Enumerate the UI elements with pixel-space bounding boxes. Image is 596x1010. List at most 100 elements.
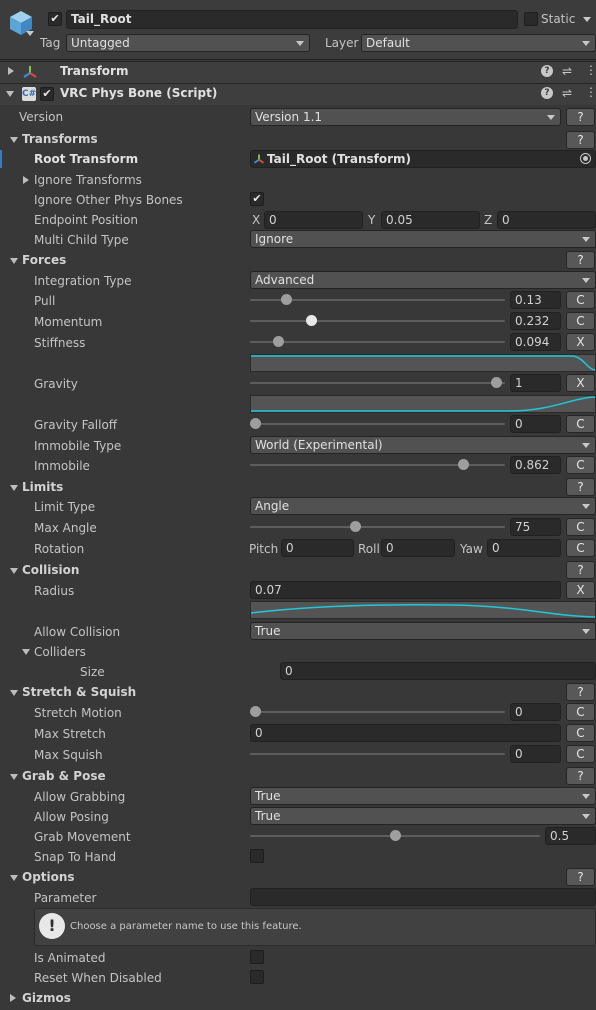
yaw-field[interactable]: 0 <box>487 539 561 557</box>
icon-dropdown-arrow[interactable] <box>26 31 34 36</box>
transforms-help-button[interactable]: ? <box>566 131 595 149</box>
object-name-field[interactable]: Tail_Root <box>66 10 518 29</box>
version-help-button[interactable]: ? <box>566 108 595 126</box>
stiffness-field[interactable]: 0.094 <box>510 333 561 351</box>
version-dropdown[interactable]: Version 1.1 <box>250 108 561 126</box>
static-checkbox[interactable] <box>524 12 538 26</box>
transform-menu-icon[interactable]: ⋮ <box>585 63 596 77</box>
pitch-field[interactable]: 0 <box>281 539 354 557</box>
ignore-transforms-foldout-arrow[interactable] <box>23 176 29 184</box>
physbone-enabled-checkbox[interactable]: ✔ <box>40 87 54 101</box>
stretch-foldout-arrow[interactable] <box>10 690 18 696</box>
transforms-section-header[interactable]: Transforms <box>22 132 98 146</box>
grab-help-button[interactable]: ? <box>566 767 595 785</box>
grab-movement-field[interactable]: 0.5 <box>545 827 596 845</box>
layer-dropdown[interactable]: Default <box>361 34 596 52</box>
reset-when-disabled-checkbox[interactable] <box>250 970 264 984</box>
momentum-field[interactable]: 0.232 <box>510 312 561 330</box>
immobile-type-dropdown[interactable]: World (Experimental) <box>250 436 596 454</box>
radius-field[interactable]: 0.07 <box>250 581 561 599</box>
endpoint-x-field[interactable]: 0 <box>264 211 363 229</box>
gravity-slider-knob[interactable] <box>491 377 502 388</box>
transforms-foldout-arrow[interactable] <box>10 137 18 143</box>
pull-slider-knob[interactable] <box>281 294 293 305</box>
max-squish-curve-button[interactable]: C <box>566 745 595 763</box>
immobile-slider-knob[interactable] <box>457 459 469 470</box>
limits-help-button[interactable]: ? <box>566 478 595 496</box>
physbone-presets-icon[interactable]: ⇌ <box>562 86 572 100</box>
radius-curve[interactable] <box>250 601 596 619</box>
gizmos-section-header[interactable]: Gizmos <box>22 991 71 1005</box>
max-angle-curve-button[interactable]: C <box>566 518 595 536</box>
gravity-field[interactable]: 1 <box>510 374 561 392</box>
gravity-falloff-curve-button[interactable]: C <box>566 415 595 433</box>
grab-section-header[interactable]: Grab & Pose <box>22 769 106 783</box>
options-section-header[interactable]: Options <box>22 870 75 884</box>
stretch-motion-curve-button[interactable]: C <box>566 703 595 721</box>
stiffness-slider-track[interactable] <box>250 341 505 343</box>
physbone-foldout-arrow[interactable] <box>6 91 14 97</box>
max-angle-field[interactable]: 75 <box>510 518 561 536</box>
physbone-help-icon[interactable]: ? <box>541 87 553 99</box>
stiffness-slider-knob[interactable] <box>272 336 284 347</box>
active-checkbox[interactable]: ✔ <box>48 12 62 26</box>
forces-foldout-arrow[interactable] <box>10 258 18 264</box>
snap-to-hand-checkbox[interactable] <box>250 849 264 863</box>
stiffness-curve-button[interactable]: X <box>566 333 595 351</box>
pull-field[interactable]: 0.13 <box>510 291 561 309</box>
object-picker-icon[interactable] <box>580 153 591 164</box>
gizmos-foldout-arrow[interactable] <box>10 994 16 1002</box>
transform-presets-icon[interactable]: ⇌ <box>562 64 572 78</box>
stretch-help-button[interactable]: ? <box>566 683 595 701</box>
transform-help-icon[interactable]: ? <box>541 65 553 77</box>
limits-foldout-arrow[interactable] <box>10 485 18 491</box>
momentum-slider-track[interactable] <box>250 320 505 322</box>
integration-type-dropdown[interactable]: Advanced <box>250 271 596 289</box>
root-transform-field[interactable]: Tail_Root (Transform) <box>250 150 596 168</box>
is-animated-checkbox[interactable] <box>250 950 264 964</box>
tag-dropdown[interactable]: Untagged <box>66 34 310 52</box>
max-squish-slider-track[interactable] <box>250 753 505 755</box>
gravity-falloff-field[interactable]: 0 <box>510 415 561 433</box>
immobile-field[interactable]: 0.862 <box>510 456 561 474</box>
colliders-foldout-arrow[interactable] <box>22 649 30 655</box>
max-stretch-field[interactable]: 0 <box>250 724 561 742</box>
momentum-slider-knob[interactable] <box>305 315 317 326</box>
transform-foldout-arrow[interactable] <box>8 67 14 75</box>
gravity-curve[interactable] <box>250 395 596 413</box>
options-foldout-arrow[interactable] <box>10 875 18 881</box>
max-squish-field[interactable]: 0 <box>510 745 561 763</box>
collision-help-button[interactable]: ? <box>566 561 595 579</box>
multi-child-dropdown[interactable]: Ignore <box>250 230 596 248</box>
physbone-menu-icon[interactable]: ⋮ <box>585 85 596 99</box>
stretch-motion-slider-knob[interactable] <box>250 706 261 717</box>
pull-curve-button[interactable]: C <box>566 291 595 309</box>
colliders-label[interactable]: Colliders <box>34 645 86 659</box>
stretch-motion-field[interactable]: 0 <box>510 703 561 721</box>
max-stretch-curve-button[interactable]: C <box>566 724 595 742</box>
allow-collision-dropdown[interactable]: True <box>250 622 596 640</box>
radius-curve-button[interactable]: X <box>566 581 595 599</box>
gravity-curve-button[interactable]: X <box>566 374 595 392</box>
allow-posing-dropdown[interactable]: True <box>250 807 596 825</box>
gravity-falloff-slider-track[interactable] <box>250 423 505 425</box>
stretch-section-header[interactable]: Stretch & Squish <box>22 685 136 699</box>
ignore-other-checkbox[interactable]: ✔ <box>250 192 264 206</box>
options-help-button[interactable]: ? <box>566 868 595 886</box>
gravity-slider-track[interactable] <box>250 382 505 384</box>
grab-foldout-arrow[interactable] <box>10 774 18 780</box>
ignore-transforms-label[interactable]: Ignore Transforms <box>34 173 142 187</box>
stretch-motion-slider-track[interactable] <box>250 711 505 713</box>
max-angle-slider-track[interactable] <box>250 526 505 528</box>
immobile-curve-button[interactable]: C <box>566 456 595 474</box>
collision-section-header[interactable]: Collision <box>22 563 79 577</box>
limit-type-dropdown[interactable]: Angle <box>250 497 596 515</box>
rotation-curve-button[interactable]: C <box>566 539 595 557</box>
grab-movement-slider-knob[interactable] <box>389 830 401 841</box>
collision-foldout-arrow[interactable] <box>10 568 18 574</box>
forces-help-button[interactable]: ? <box>566 251 595 269</box>
roll-field[interactable]: 0 <box>381 539 455 557</box>
parameter-field[interactable] <box>250 888 596 906</box>
stiffness-curve[interactable] <box>250 354 596 372</box>
limits-section-header[interactable]: Limits <box>22 480 63 494</box>
